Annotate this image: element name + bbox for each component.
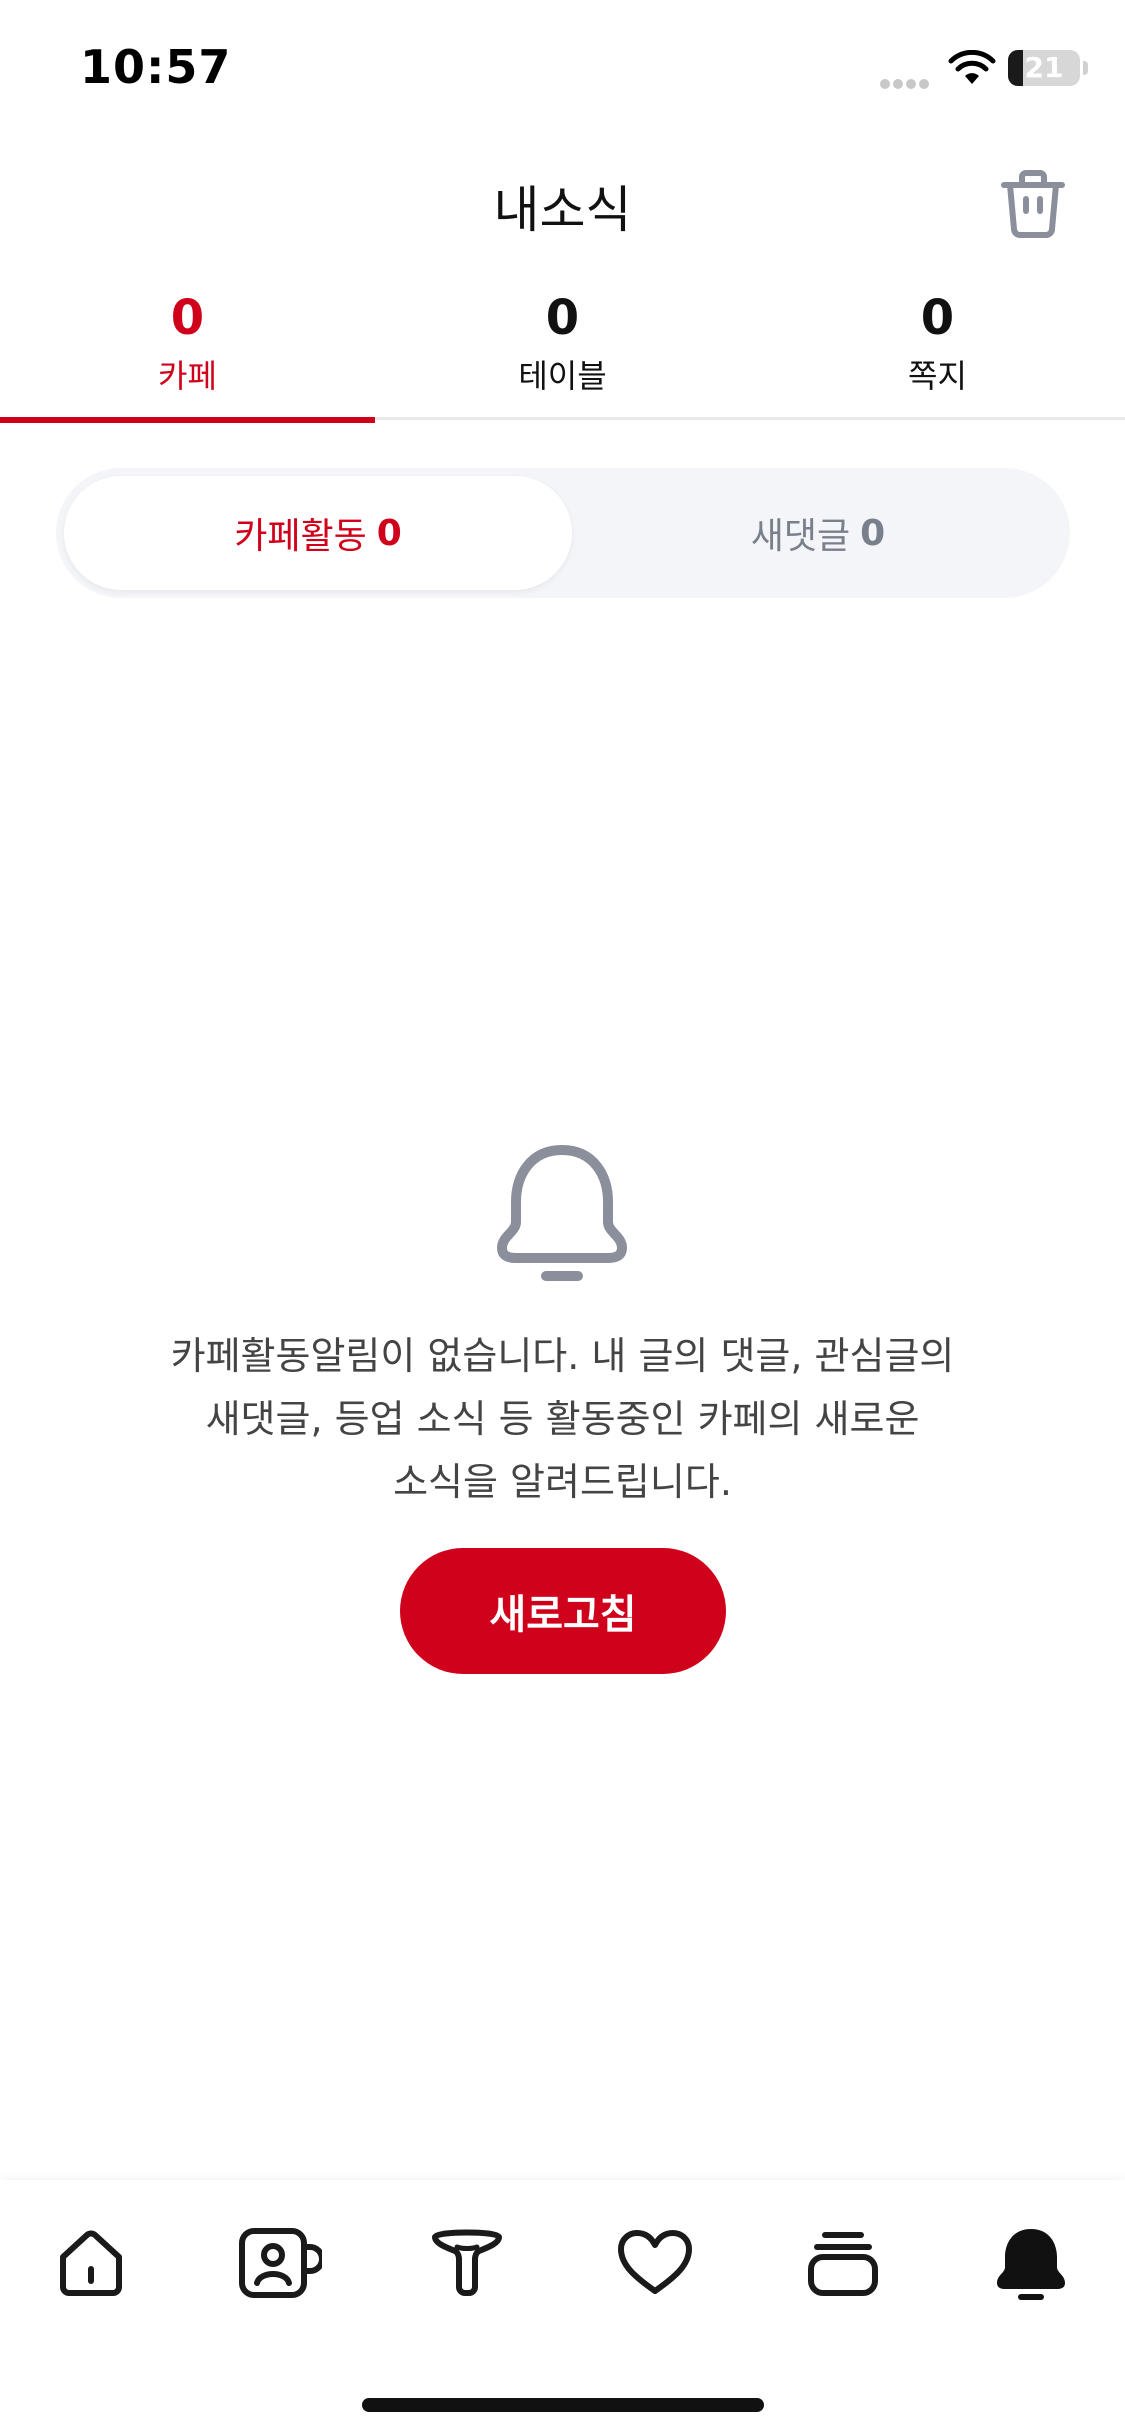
notifications-screen: 10:57 21 내소식 0 카페 0 테이블 0 쪽지 카페활동 0 새댓글 … (0, 0, 1125, 2436)
wifi-icon (948, 50, 996, 84)
tab-cafe-label: 카페 (158, 357, 217, 395)
home-icon (60, 2230, 122, 2296)
tab-message[interactable]: 0 쪽지 (750, 280, 1125, 420)
nav-table[interactable] (422, 2218, 512, 2308)
table-icon (432, 2229, 502, 2296)
home-indicator (362, 2398, 764, 2412)
stack-icon (808, 2232, 878, 2296)
nav-stack[interactable] (798, 2218, 888, 2308)
status-bar: 10:57 21 (0, 0, 1125, 130)
nav-favorites[interactable] (610, 2218, 700, 2308)
refresh-button[interactable]: 새로고침 (400, 1548, 726, 1674)
tab-cafe[interactable]: 0 카페 (0, 280, 375, 423)
empty-message-line: 카페활동알림이 없습니다. 내 글의 댓글, 관심글의 (170, 1334, 955, 1378)
nav-home[interactable] (46, 2218, 136, 2308)
empty-state-message: 카페활동알림이 없습니다. 내 글의 댓글, 관심글의 새댓글, 등업 소식 등… (100, 1325, 1025, 1514)
heart-icon (618, 2230, 692, 2294)
bell-filled-icon (997, 2229, 1065, 2300)
tab-table-count: 0 (545, 290, 580, 346)
empty-message-line: 새댓글, 등업 소식 등 활동중인 카페의 새로운 (205, 1397, 920, 1441)
battery-tip (1083, 61, 1088, 75)
segmented-control: 카페활동 0 새댓글 0 (56, 468, 1070, 598)
cellular-signal-icon (880, 74, 936, 89)
top-tabs: 0 카페 0 테이블 0 쪽지 (0, 280, 1125, 423)
segment-new-comments[interactable]: 새댓글 0 (564, 476, 1072, 590)
status-time: 10:57 (80, 40, 232, 94)
segment-cafe-activity[interactable]: 카페활동 0 (64, 476, 572, 590)
tab-message-label: 쪽지 (908, 357, 967, 395)
tab-table[interactable]: 0 테이블 (375, 280, 750, 420)
active-tab-indicator (0, 417, 375, 423)
trash-icon (1001, 170, 1065, 238)
tab-message-count: 0 (920, 290, 955, 346)
cafe-profile-icon (239, 2228, 322, 2298)
segment-cafe-activity-label: 카페활동 (234, 516, 367, 557)
battery-icon: 21 (1008, 50, 1080, 86)
segment-cafe-activity-count: 0 (376, 512, 402, 554)
battery-level: 21 (1024, 51, 1064, 84)
header: 내소식 (0, 150, 1125, 250)
segment-new-comments-label: 새댓글 (750, 516, 851, 557)
segment-new-comments-count: 0 (860, 512, 886, 554)
nav-cafe-profile[interactable] (234, 2218, 324, 2308)
empty-message-line: 소식을 알려드립니다. (393, 1460, 732, 1504)
nav-notifications[interactable] (986, 2218, 1076, 2308)
tab-table-label: 테이블 (518, 357, 607, 395)
tab-cafe-count: 0 (170, 290, 205, 346)
trash-button[interactable] (990, 160, 1076, 246)
bell-icon (497, 1145, 627, 1281)
page-title: 내소식 (493, 181, 632, 239)
bottom-nav (0, 2180, 1125, 2436)
